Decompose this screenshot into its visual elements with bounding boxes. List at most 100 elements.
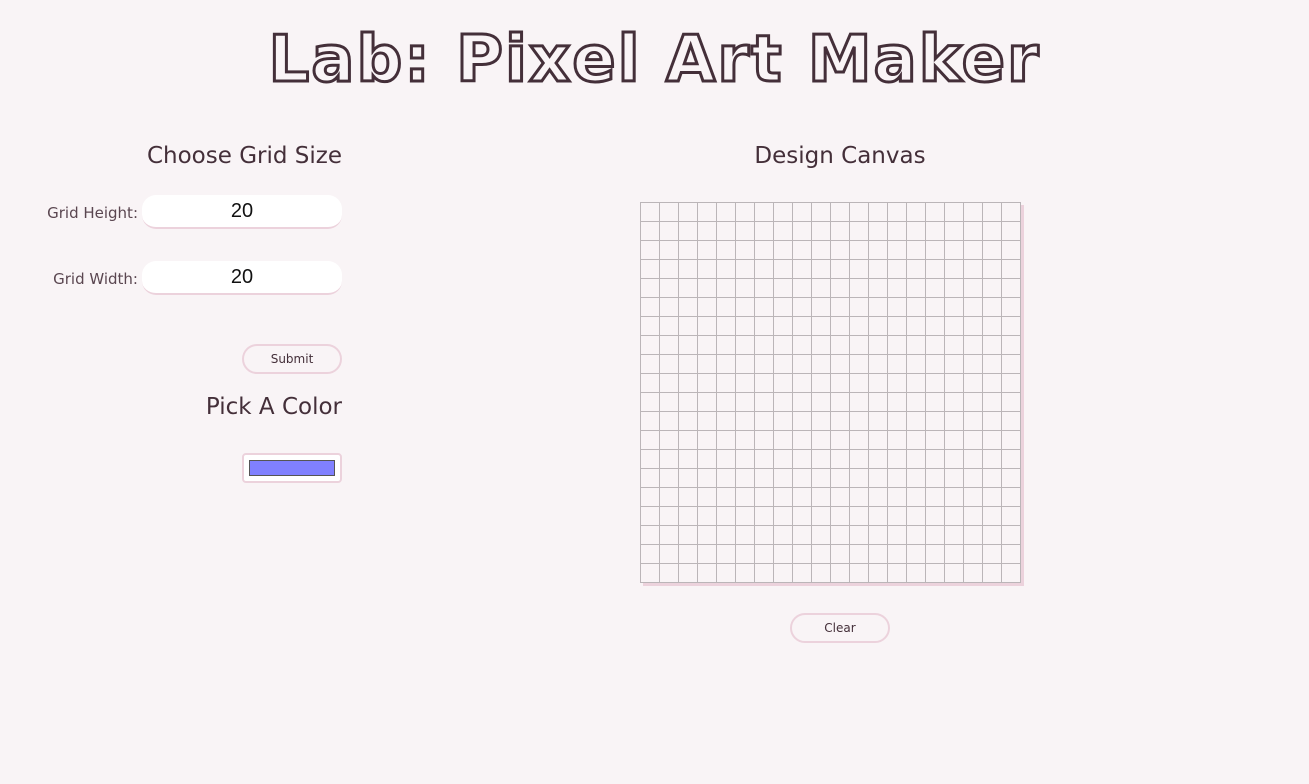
canvas-cell[interactable]	[963, 259, 983, 279]
canvas-cell[interactable]	[849, 335, 869, 355]
canvas-cell[interactable]	[811, 449, 831, 469]
canvas-cell[interactable]	[1001, 221, 1021, 241]
canvas-cell[interactable]	[735, 392, 755, 412]
canvas-cell[interactable]	[944, 430, 964, 450]
canvas-cell[interactable]	[640, 563, 660, 583]
canvas-cell[interactable]	[659, 392, 679, 412]
canvas-cell[interactable]	[868, 297, 888, 317]
canvas-cell[interactable]	[887, 487, 907, 507]
canvas-cell[interactable]	[1001, 278, 1021, 298]
canvas-cell[interactable]	[640, 544, 660, 564]
canvas-cell[interactable]	[659, 297, 679, 317]
canvas-cell[interactable]	[659, 316, 679, 336]
canvas-cell[interactable]	[944, 202, 964, 222]
canvas-cell[interactable]	[659, 487, 679, 507]
canvas-cell[interactable]	[887, 506, 907, 526]
canvas-cell[interactable]	[944, 506, 964, 526]
canvas-cell[interactable]	[697, 392, 717, 412]
canvas-cell[interactable]	[944, 278, 964, 298]
canvas-cell[interactable]	[697, 335, 717, 355]
canvas-cell[interactable]	[678, 506, 698, 526]
canvas-cell[interactable]	[754, 278, 774, 298]
canvas-cell[interactable]	[716, 297, 736, 317]
canvas-cell[interactable]	[792, 525, 812, 545]
canvas-cell[interactable]	[678, 563, 698, 583]
canvas-cell[interactable]	[811, 354, 831, 374]
canvas-cell[interactable]	[887, 430, 907, 450]
canvas-cell[interactable]	[640, 297, 660, 317]
canvas-cell[interactable]	[735, 221, 755, 241]
canvas-cell[interactable]	[792, 411, 812, 431]
canvas-cell[interactable]	[982, 297, 1002, 317]
canvas-cell[interactable]	[678, 449, 698, 469]
canvas-cell[interactable]	[887, 259, 907, 279]
canvas-cell[interactable]	[925, 259, 945, 279]
canvas-cell[interactable]	[1001, 316, 1021, 336]
canvas-cell[interactable]	[735, 316, 755, 336]
canvas-cell[interactable]	[963, 392, 983, 412]
canvas-cell[interactable]	[811, 259, 831, 279]
canvas-cell[interactable]	[640, 373, 660, 393]
canvas-cell[interactable]	[716, 525, 736, 545]
canvas-cell[interactable]	[792, 487, 812, 507]
canvas-cell[interactable]	[925, 354, 945, 374]
canvas-cell[interactable]	[754, 563, 774, 583]
canvas-cell[interactable]	[906, 449, 926, 469]
grid-width-input[interactable]	[142, 261, 342, 295]
canvas-cell[interactable]	[792, 221, 812, 241]
canvas-cell[interactable]	[925, 335, 945, 355]
canvas-cell[interactable]	[944, 335, 964, 355]
canvas-cell[interactable]	[1001, 430, 1021, 450]
canvas-cell[interactable]	[640, 316, 660, 336]
canvas-cell[interactable]	[716, 354, 736, 374]
canvas-cell[interactable]	[678, 468, 698, 488]
canvas-cell[interactable]	[811, 544, 831, 564]
canvas-cell[interactable]	[716, 411, 736, 431]
canvas-cell[interactable]	[697, 430, 717, 450]
canvas-cell[interactable]	[1001, 335, 1021, 355]
canvas-cell[interactable]	[773, 259, 793, 279]
canvas-cell[interactable]	[754, 316, 774, 336]
canvas-cell[interactable]	[773, 392, 793, 412]
canvas-cell[interactable]	[982, 202, 1002, 222]
canvas-cell[interactable]	[925, 449, 945, 469]
canvas-cell[interactable]	[811, 202, 831, 222]
canvas-cell[interactable]	[678, 487, 698, 507]
canvas-cell[interactable]	[659, 335, 679, 355]
canvas-cell[interactable]	[925, 525, 945, 545]
canvas-cell[interactable]	[678, 354, 698, 374]
canvas-cell[interactable]	[868, 354, 888, 374]
canvas-cell[interactable]	[982, 221, 1002, 241]
canvas-cell[interactable]	[830, 335, 850, 355]
canvas-cell[interactable]	[659, 221, 679, 241]
canvas-cell[interactable]	[963, 354, 983, 374]
canvas-cell[interactable]	[1001, 449, 1021, 469]
canvas-cell[interactable]	[735, 506, 755, 526]
canvas-cell[interactable]	[697, 354, 717, 374]
canvas-cell[interactable]	[716, 335, 736, 355]
canvas-cell[interactable]	[963, 373, 983, 393]
canvas-cell[interactable]	[849, 354, 869, 374]
canvas-cell[interactable]	[906, 278, 926, 298]
canvas-cell[interactable]	[1001, 240, 1021, 260]
canvas-cell[interactable]	[697, 202, 717, 222]
canvas-cell[interactable]	[716, 202, 736, 222]
canvas-cell[interactable]	[944, 544, 964, 564]
grid-height-input[interactable]	[142, 195, 342, 229]
canvas-cell[interactable]	[697, 525, 717, 545]
canvas-cell[interactable]	[830, 411, 850, 431]
canvas-cell[interactable]	[659, 430, 679, 450]
canvas-cell[interactable]	[811, 316, 831, 336]
canvas-cell[interactable]	[735, 202, 755, 222]
canvas-cell[interactable]	[640, 259, 660, 279]
canvas-cell[interactable]	[754, 449, 774, 469]
canvas-cell[interactable]	[811, 278, 831, 298]
canvas-cell[interactable]	[868, 411, 888, 431]
canvas-cell[interactable]	[697, 449, 717, 469]
canvas-cell[interactable]	[944, 563, 964, 583]
canvas-cell[interactable]	[963, 221, 983, 241]
canvas-cell[interactable]	[887, 335, 907, 355]
canvas-cell[interactable]	[773, 202, 793, 222]
canvas-cell[interactable]	[982, 392, 1002, 412]
canvas-cell[interactable]	[792, 373, 812, 393]
